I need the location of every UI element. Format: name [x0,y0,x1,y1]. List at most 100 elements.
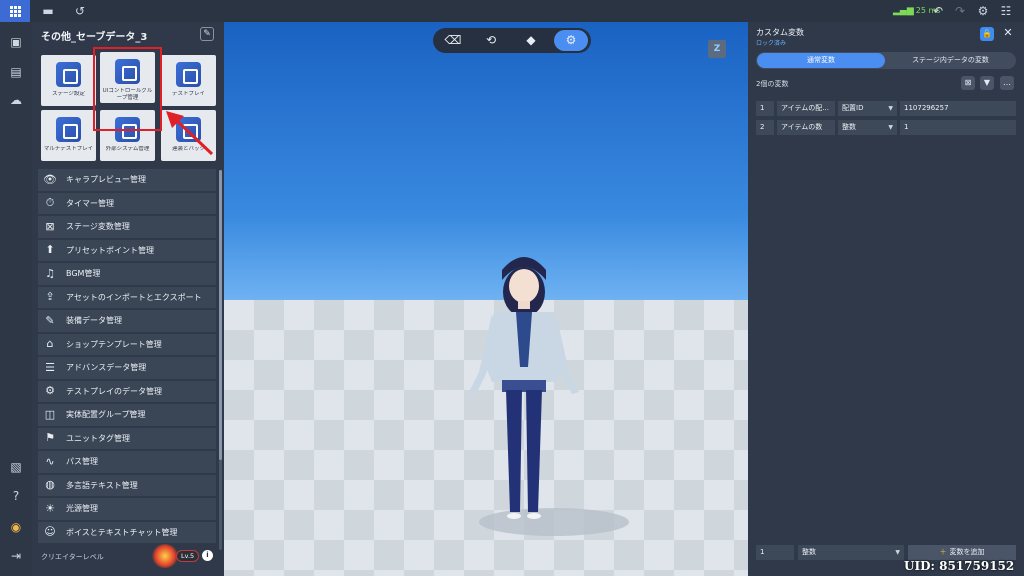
scene-viewport[interactable]: ⌫ ⟲ ◆ ⚙ Z [224,22,748,576]
character-model[interactable] [224,22,748,576]
upload-icon[interactable]: ☁ [8,92,24,108]
archive-icon[interactable]: ▤ [8,64,24,80]
menu-item-label: ステージ変数管理 [66,222,130,232]
menu-item-icon: ⌂ [46,337,54,351]
menu-item-icon: ⚙ [45,384,55,398]
menu-item-icon: ∿ [45,454,55,468]
menu-item-label: アセットのインポートとエクスポート [66,292,202,302]
tab-stage-data-variables[interactable]: ステージ内データの変数 [886,53,1015,68]
menu-item[interactable]: ⚙ テストプレイのデータ管理 [38,380,216,402]
history-icon[interactable]: ↺ [72,3,88,19]
variable-value[interactable]: 1107296257 [900,101,1016,116]
multi-test-play-icon [56,117,81,142]
tile-test-play[interactable]: テストプレイ [161,55,216,106]
filter-icon[interactable]: ▼ [980,76,994,90]
menu-item[interactable]: ⌂ ショップテンプレート管理 [38,333,216,355]
sliders-icon[interactable]: ☷ [998,3,1014,19]
red-arrow-annotation [166,111,214,156]
redo-icon[interactable]: ↷ [952,3,968,19]
menu-item[interactable]: ⇪ アセットのインポートとエクスポート [38,286,216,308]
row-index: 1 [756,101,774,116]
scrollbar-thumb[interactable] [219,170,222,460]
menu-item[interactable]: ⏱ タイマー管理 [38,192,216,214]
menu-item-label: ボイスとテキストチャット管理 [66,527,178,537]
chevron-down-icon: ▼ [895,549,900,556]
variable-name[interactable]: アイテムの数 [777,120,835,135]
add-type-select[interactable]: 整数 ▼ [798,545,904,560]
left-panel: その他_セーブデータ_3 ✎ ステージ設定 UIコントロールグループ管理 テスト… [32,22,224,576]
menu-item-label: ユニットタグ管理 [66,433,130,443]
add-variable-button[interactable]: ＋変数を追加 [908,545,1016,560]
menu-item-icon: ☺ [44,525,56,539]
menu-item-icon: ⊠ [45,219,55,233]
menu-item-label: BGM管理 [66,269,101,279]
clipboard-check-icon[interactable]: ▧ [8,459,24,475]
variable-type-select[interactable]: 整数 ▼ [838,120,897,135]
folder-icon[interactable]: ▬ [40,3,56,19]
variable-value[interactable]: 1 [900,120,1016,135]
menu-item-label: 光源管理 [66,504,98,514]
save-icon[interactable]: ▣ [8,34,24,50]
lock-status: ロック済み [756,40,787,47]
variable-type-value: 整数 [842,123,856,131]
tile-multi-test-play[interactable]: マルチテストプレイ [41,110,96,161]
highlight-box [93,47,162,131]
left-rail: ▣ ▤ ☁ ▧ ? ◉ ⇥ [0,22,32,576]
right-panel: カスタム変数 ロック済み 🔒 ✕ 通常変数 ステージ内データの変数 2個の変数 … [748,22,1024,576]
tile-label: テストプレイ [171,91,205,97]
tab-normal-variables[interactable]: 通常変数 [757,53,885,68]
help-icon[interactable]: ? [8,488,24,504]
edit-icon[interactable]: ✎ [200,27,214,41]
menu-item-icon: ⚑ [45,431,55,445]
more-icon[interactable]: … [1000,76,1014,90]
variable-name[interactable]: アイテムの配... [777,101,835,116]
add-type-value: 整数 [802,548,816,556]
menu-item[interactable]: ∿ パス管理 [38,451,216,473]
menu-item[interactable]: ◫ 実体配置グループ管理 [38,404,216,426]
stage-settings-icon [56,62,81,87]
menu-item-icon: ⏱ [45,196,55,210]
menu-item-label: 実体配置グループ管理 [66,410,146,420]
menu-item[interactable]: ⬆ プリセットポイント管理 [38,239,216,261]
chevron-down-icon: ▼ [888,105,893,112]
menu-item[interactable]: ☀ 光源管理 [38,498,216,520]
menu-item[interactable]: ⊠ ステージ変数管理 [38,216,216,238]
apps-grid-icon[interactable] [0,0,30,22]
menu-item-label: ショップテンプレート管理 [66,339,162,349]
globe-icon[interactable]: ◉ [8,519,24,535]
menu-item-icon: ✎ [45,313,55,327]
variable-type-select[interactable]: 配置ID ▼ [838,101,897,116]
menu-item[interactable]: ⚑ ユニットタグ管理 [38,427,216,449]
test-play-icon [176,62,201,87]
add-count-input[interactable]: 1 [756,545,794,560]
menu-item-icon: ☀ [45,501,55,515]
lock-icon[interactable]: 🔒 [980,27,994,41]
level-badge[interactable]: Lv.5 i [152,544,216,568]
tool-menu: 👁 キャラプレビュー管理 ⏱ タイマー管理 ⊠ ステージ変数管理 ⬆ プリセットポイント管理 ♫… [38,169,216,545]
tile-label: マルチテストプレイ [43,146,94,152]
tile-stage-settings[interactable]: ステージ設定 [41,55,96,106]
add-variable-label: 変数を追加 [949,548,985,556]
menu-item[interactable]: ☺ ボイスとテキストチャット管理 [38,521,216,543]
exit-icon[interactable]: ⇥ [8,548,24,564]
menu-item-icon: ♫ [45,266,55,280]
menu-item[interactable]: ◍ 多言語テキスト管理 [38,474,216,496]
variable-type-icon[interactable]: ⊠ [961,76,975,90]
info-icon[interactable]: i [202,550,213,561]
close-icon[interactable]: ✕ [1001,26,1015,40]
menu-item[interactable]: ☰ アドバンスデータ管理 [38,357,216,379]
table-row[interactable]: 2 アイテムの数 整数 ▼ 1 [756,120,1016,135]
menu-item[interactable]: ♫ BGM管理 [38,263,216,285]
tile-label: ステージ設定 [52,91,85,97]
menu-item[interactable]: ✎ 装備データ管理 [38,310,216,332]
menu-item-icon: ⬆ [45,243,55,257]
menu-item[interactable]: 👁 キャラプレビュー管理 [38,169,216,191]
menu-item-label: テストプレイのデータ管理 [66,386,162,396]
undo-icon[interactable]: ↶ [930,3,946,19]
menu-item-icon: ☰ [45,360,55,374]
menu-item-label: 多言語テキスト管理 [66,480,138,490]
menu-item-icon: 👁 [43,172,57,186]
gear-icon[interactable]: ⚙ [975,3,991,19]
tile-label: 外部システム管理 [105,146,150,152]
table-row[interactable]: 1 アイテムの配... 配置ID ▼ 1107296257 [756,101,1016,116]
